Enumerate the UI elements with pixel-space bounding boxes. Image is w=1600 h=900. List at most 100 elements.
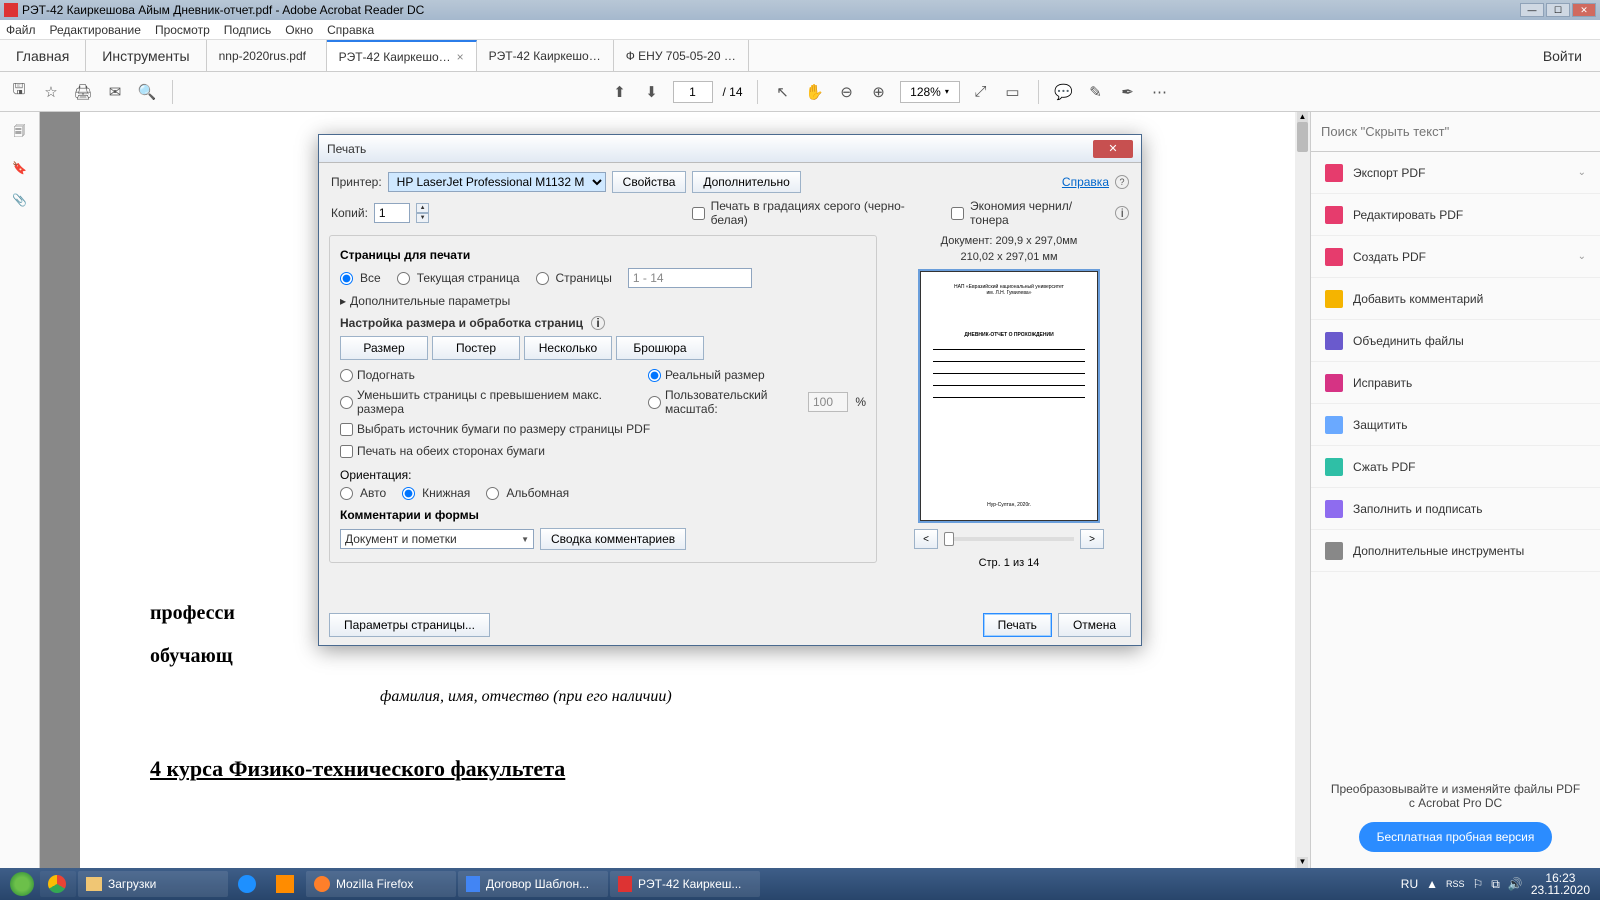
taskbar-item-pdf[interactable]: РЭТ-42 Каиркеш... [610, 871, 760, 897]
more-params-toggle[interactable]: ▸Дополнительные параметры [340, 294, 866, 308]
doc-tab-2[interactable]: РЭТ-42 Каиркешо… [477, 40, 614, 71]
copies-down[interactable]: ▼ [416, 213, 429, 223]
more-icon[interactable]: ⋯ [1149, 81, 1171, 103]
help-link[interactable]: Справка [1062, 175, 1109, 189]
tool-item-9[interactable]: Дополнительные инструменты [1311, 530, 1600, 572]
print-icon[interactable]: 🖨 [72, 81, 94, 103]
fit-page-icon[interactable]: ▭ [1002, 81, 1024, 103]
menu-file[interactable]: Файл [6, 23, 36, 37]
tool-item-0[interactable]: Экспорт PDF⌄ [1311, 152, 1600, 194]
copies-up[interactable]: ▲ [416, 203, 429, 213]
zoom-select[interactable]: 128%▾ [900, 81, 960, 103]
orient-portrait-radio[interactable] [402, 487, 415, 500]
maximize-button[interactable]: ☐ [1546, 3, 1570, 17]
tray-network-icon[interactable]: ⧉ [1491, 877, 1500, 892]
search-input[interactable] [1321, 124, 1590, 139]
thumbnails-icon[interactable]: 🗐 [14, 122, 26, 143]
preview-next-button[interactable]: > [1080, 529, 1104, 549]
multiple-button[interactable]: Несколько [524, 336, 612, 360]
preview-slider[interactable] [944, 537, 1074, 541]
booklet-button[interactable]: Брошюра [616, 336, 704, 360]
tool-item-3[interactable]: Добавить комментарий [1311, 278, 1600, 320]
save-ink-checkbox[interactable] [951, 207, 964, 220]
info-icon[interactable]: i [1115, 206, 1129, 220]
poster-button[interactable]: Постер [432, 336, 520, 360]
taskbar-item-docs[interactable]: Договор Шаблон... [458, 871, 608, 897]
tray-flag-icon[interactable]: ⚐ [1473, 877, 1484, 891]
help-icon[interactable]: ? [1115, 175, 1129, 189]
search-icon[interactable]: 🔍 [136, 81, 158, 103]
tray-rss-icon[interactable]: RSS [1446, 879, 1465, 889]
page-input[interactable]: 1 [673, 81, 713, 103]
close-button[interactable]: ✕ [1572, 3, 1596, 17]
tool-item-7[interactable]: Сжать PDF [1311, 446, 1600, 488]
page-up-icon[interactable]: ⬆ [609, 81, 631, 103]
taskbar-item-0[interactable]: Загрузки [78, 871, 228, 897]
highlight-icon[interactable]: ✎ [1085, 81, 1107, 103]
zoom-in-icon[interactable]: ⊕ [868, 81, 890, 103]
tool-item-1[interactable]: Редактировать PDF [1311, 194, 1600, 236]
tool-item-5[interactable]: Исправить [1311, 362, 1600, 404]
tool-item-2[interactable]: Создать PDF⌄ [1311, 236, 1600, 278]
cancel-button[interactable]: Отмена [1058, 613, 1131, 637]
paper-source-checkbox[interactable] [340, 423, 353, 436]
minimize-button[interactable]: — [1520, 3, 1544, 17]
taskbar-ie-icon[interactable] [230, 871, 266, 897]
print-button[interactable]: Печать [983, 613, 1052, 637]
grayscale-checkbox[interactable] [692, 207, 705, 220]
taskbar-media-icon[interactable] [268, 871, 304, 897]
pages-all-radio[interactable] [340, 272, 353, 285]
start-button[interactable] [4, 871, 40, 897]
printer-select[interactable]: HP LaserJet Professional M1132 MFP [388, 172, 606, 192]
actual-radio[interactable] [648, 369, 661, 382]
page-setup-button[interactable]: Параметры страницы... [329, 613, 490, 637]
dialog-close-button[interactable]: ✕ [1093, 140, 1133, 158]
hand-icon[interactable]: ✋ [804, 81, 826, 103]
page-down-icon[interactable]: ⬇ [641, 81, 663, 103]
select-icon[interactable]: ↖ [772, 81, 794, 103]
scrollbar-vertical[interactable]: ▲ ▼ [1295, 112, 1310, 868]
scroll-thumb[interactable] [1297, 122, 1308, 152]
menu-edit[interactable]: Редактирование [50, 23, 141, 37]
menu-view[interactable]: Просмотр [155, 23, 210, 37]
bookmark-icon[interactable]: 🔖 [12, 161, 27, 175]
attachment-icon[interactable]: 📎 [12, 193, 27, 207]
custom-scale-input[interactable] [808, 392, 848, 412]
mail-icon[interactable]: ✉ [104, 81, 126, 103]
tray-sound-icon[interactable]: 🔊 [1508, 877, 1523, 891]
save-icon[interactable]: 🖫 [8, 81, 30, 103]
tray-clock[interactable]: 16:2323.11.2020 [1531, 872, 1590, 896]
pages-current-radio[interactable] [397, 272, 410, 285]
custom-scale-radio[interactable] [648, 396, 661, 409]
doc-tab-0[interactable]: nnp-2020rus.pdf [207, 40, 327, 71]
menu-window[interactable]: Окно [285, 23, 313, 37]
sign-icon[interactable]: ✒ [1117, 81, 1139, 103]
info-icon-2[interactable]: i [591, 316, 605, 330]
taskbar-item-firefox[interactable]: Mozilla Firefox [306, 871, 456, 897]
comments-select[interactable]: Документ и пометки▼ [340, 529, 534, 549]
fit-radio[interactable] [340, 369, 353, 382]
comments-summary-button[interactable]: Сводка комментариев [540, 528, 686, 550]
tools-tab[interactable]: Инструменты [86, 40, 206, 71]
size-button[interactable]: Размер [340, 336, 428, 360]
signin-button[interactable]: Войти [1525, 40, 1600, 71]
trial-button[interactable]: Бесплатная пробная версия [1359, 822, 1553, 852]
pages-range-radio[interactable] [536, 272, 549, 285]
menu-help[interactable]: Справка [327, 23, 374, 37]
tab-close-icon[interactable]: × [457, 50, 464, 64]
tray-lang[interactable]: RU [1401, 877, 1418, 891]
orient-landscape-radio[interactable] [486, 487, 499, 500]
shrink-radio[interactable] [340, 396, 353, 409]
tray-up-icon[interactable]: ▲ [1426, 877, 1438, 891]
tool-item-8[interactable]: Заполнить и подписать [1311, 488, 1600, 530]
properties-button[interactable]: Свойства [612, 171, 687, 193]
orient-auto-radio[interactable] [340, 487, 353, 500]
tool-item-4[interactable]: Объединить файлы [1311, 320, 1600, 362]
doc-tab-3[interactable]: Ф ЕНУ 705-05-20 … [614, 40, 749, 71]
pages-range-input[interactable] [628, 268, 752, 288]
fit-width-icon[interactable]: ⤢ [970, 81, 992, 103]
copies-input[interactable] [374, 203, 410, 223]
advanced-button[interactable]: Дополнительно [692, 171, 800, 193]
duplex-checkbox[interactable] [340, 445, 353, 458]
comment-icon[interactable]: 💬 [1053, 81, 1075, 103]
